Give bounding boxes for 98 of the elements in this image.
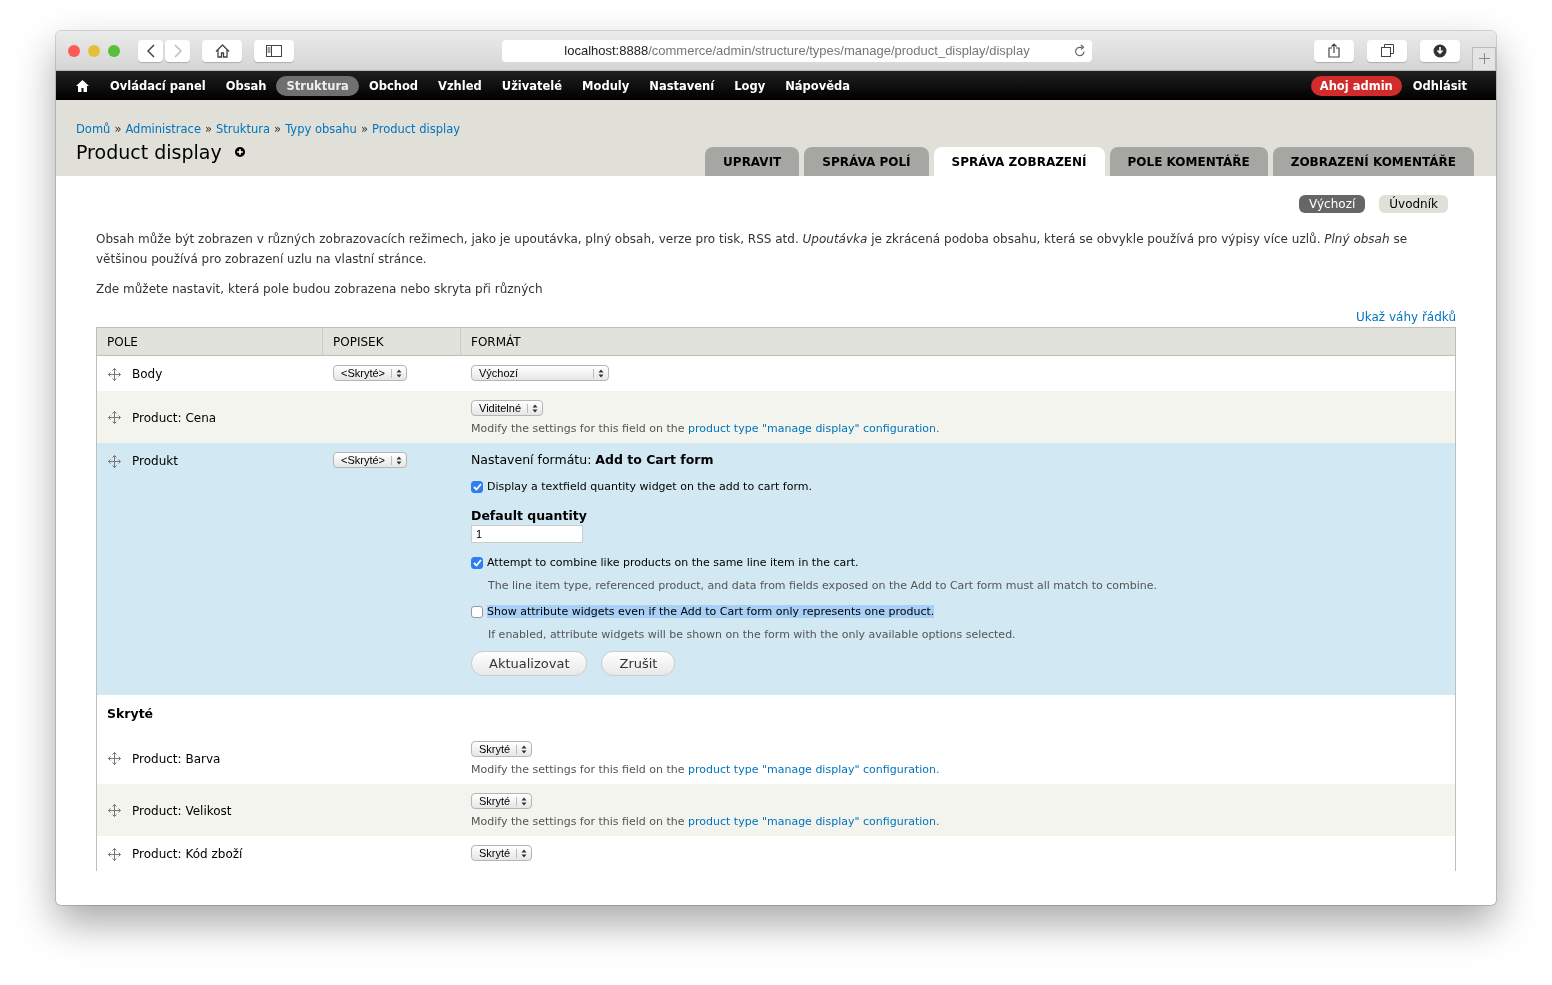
toolbar-menu-item[interactable]: Struktura bbox=[276, 75, 359, 96]
field-note: Modify the settings for this field on the product type "manage display" configuration. bbox=[471, 815, 941, 828]
quantity-input[interactable]: 1 bbox=[471, 525, 583, 543]
checkbox[interactable] bbox=[471, 605, 483, 618]
checkbox-label: Attempt to combine like products on the same line item in the cart. bbox=[487, 556, 859, 569]
breadcrumb-link[interactable]: Product display bbox=[371, 122, 461, 136]
field-name: Product: Cena bbox=[132, 410, 217, 425]
field-name: Product: Barva bbox=[132, 751, 221, 766]
toolbar-menu-item[interactable]: Vzhled bbox=[428, 75, 492, 96]
breadcrumb-link[interactable]: Domů bbox=[76, 122, 111, 136]
view-mode-tab[interactable]: Výchozí bbox=[1299, 195, 1366, 213]
region-title: Skryté bbox=[107, 706, 154, 721]
breadcrumb-separator: » bbox=[274, 122, 282, 136]
home-button[interactable] bbox=[202, 39, 242, 62]
tabs-icon bbox=[1380, 44, 1394, 57]
sidebar-button[interactable] bbox=[254, 39, 294, 62]
toolbar-menu-item[interactable]: Moduly bbox=[572, 75, 640, 96]
toolbar-menu-item[interactable]: Logy bbox=[724, 75, 776, 96]
tab[interactable]: POLE KOMENTÁŘE bbox=[1109, 147, 1268, 176]
home-icon[interactable] bbox=[76, 79, 89, 92]
format-select[interactable]: Viditelné bbox=[471, 400, 543, 416]
table-row[interactable] bbox=[97, 443, 1455, 695]
help-text: The line item type, referenced product, and data from fields exposed on the Add to Cart form must all match to combine. bbox=[488, 579, 1158, 592]
breadcrumb-separator: » bbox=[360, 122, 368, 136]
toolbar-menu-item[interactable]: Obsah bbox=[215, 75, 277, 96]
description-text: Zde můžete nastavit, která pole budou zobrazena nebo skryta při různých bbox=[96, 281, 544, 298]
field-label: Default quantity bbox=[471, 508, 588, 523]
add-shortcut-icon[interactable] bbox=[234, 147, 245, 157]
share-icon bbox=[1328, 43, 1340, 58]
tab[interactable]: SPRÁVA POLÍ bbox=[804, 147, 929, 176]
share-button[interactable] bbox=[1314, 39, 1354, 62]
field-name: Product: Velikost bbox=[132, 803, 232, 818]
reload-icon[interactable] bbox=[1074, 43, 1086, 57]
field-name: Product: Kód zboží bbox=[132, 847, 243, 861]
breadcrumb-link[interactable]: Typy obsahu bbox=[285, 122, 357, 136]
table-row[interactable]: Product: Velikost Skryté Modify the settings for this field on the product type "manage display" configuration. bbox=[97, 784, 1455, 836]
checkbox[interactable] bbox=[471, 556, 483, 569]
plus-icon bbox=[1478, 53, 1490, 64]
url-text: localhost:8888/commerce/admin/structure/types/manage/product_display/display bbox=[564, 43, 1030, 58]
checkbox-label: Show attribute widgets even if the Add to Cart form only represents one product. bbox=[487, 605, 935, 618]
logout-link[interactable]: Odhlásit bbox=[1402, 75, 1477, 96]
drag-handle-icon[interactable] bbox=[108, 454, 121, 468]
breadcrumb-separator: » bbox=[114, 122, 122, 136]
tab[interactable]: ZOBRAZENÍ KOMENTÁŘE bbox=[1272, 147, 1474, 176]
back-button[interactable] bbox=[138, 39, 163, 62]
new-tab-button[interactable] bbox=[1472, 46, 1496, 71]
field-name: Produkt bbox=[132, 454, 178, 468]
show-row-weights-link[interactable]: Ukaž váhy řádků bbox=[1355, 310, 1456, 324]
help-text: If enabled, attribute widgets will be shown on the form with the only available options selected. bbox=[488, 628, 1017, 641]
toolbar-menu-item[interactable]: Ovládací panel bbox=[100, 75, 216, 96]
label-select[interactable]: <Skryté> bbox=[333, 452, 408, 468]
drag-handle-icon[interactable] bbox=[108, 804, 121, 817]
drag-handle-icon[interactable] bbox=[108, 367, 121, 381]
downloads-button[interactable] bbox=[1420, 39, 1460, 62]
table-row[interactable]: Product: Cena Viditelné Modify the settings for this field on the product type "manage display" configuration. bbox=[97, 391, 1455, 443]
format-select[interactable]: Skryté bbox=[471, 793, 533, 809]
tab[interactable]: UPRAVIT bbox=[705, 147, 800, 176]
user-greeting-link[interactable]: Ahoj admin bbox=[1310, 75, 1402, 96]
column-header: POLE bbox=[97, 328, 323, 355]
drag-handle-icon[interactable] bbox=[108, 847, 121, 861]
breadcrumb-link[interactable]: Struktura bbox=[216, 122, 271, 136]
description-text: Obsah může být zobrazen v různých zobrazovacích režimech, jako je upoutávka, plný obsah, verze pro tisk, RSS atd. Upoutávka je zkrácená podoba obsahu, která se obvykle používá pro výpisy více uzlů. Plný obsah se většinou používá pro zobrazení uzlu na vlastní stránce. bbox=[96, 231, 1408, 268]
label-select[interactable]: <Skryté> bbox=[333, 365, 408, 381]
forward-icon bbox=[173, 43, 182, 58]
drag-handle-icon[interactable] bbox=[108, 411, 121, 424]
field-note: Modify the settings for this field on the product type "manage display" configuration. bbox=[471, 763, 941, 776]
download-icon bbox=[1433, 43, 1447, 58]
checkbox-label: Display a textfield quantity widget on the add to cart form. bbox=[487, 480, 812, 493]
column-header: POPISEK bbox=[323, 328, 461, 355]
breadcrumb-separator: » bbox=[204, 122, 212, 136]
checkbox[interactable] bbox=[471, 480, 483, 493]
view-mode-tab[interactable]: Úvodník bbox=[1379, 195, 1448, 213]
toolbar-menu-item[interactable]: Nastavení bbox=[639, 75, 725, 96]
format-select[interactable]: Skryté bbox=[471, 845, 533, 861]
home-icon bbox=[214, 43, 230, 58]
format-settings-heading: Nastavení formátu: Add to Cart form bbox=[471, 452, 715, 467]
breadcrumb-link[interactable]: Administrace bbox=[125, 122, 201, 136]
field-name: Body bbox=[132, 367, 163, 381]
field-note: Modify the settings for this field on the product type "manage display" configuration. bbox=[471, 422, 941, 435]
toolbar-menu-item[interactable]: Nápověda bbox=[775, 75, 860, 96]
tab[interactable]: SPRÁVA ZOBRAZENÍ bbox=[933, 147, 1105, 176]
close-button[interactable] bbox=[68, 44, 80, 57]
tabs-button[interactable] bbox=[1367, 39, 1407, 62]
address-field[interactable]: localhost:8888/commerce/admin/structure/types/manage/product_display/display bbox=[502, 39, 1092, 62]
format-select[interactable]: Skryté bbox=[471, 741, 533, 757]
toolbar-menu-item[interactable]: Obchod bbox=[358, 75, 429, 96]
page-title: Product display bbox=[76, 141, 222, 163]
drag-handle-icon[interactable] bbox=[108, 752, 121, 765]
sidebar-icon bbox=[266, 44, 282, 57]
configuration-link[interactable]: product type "manage display" configuration bbox=[688, 815, 936, 828]
back-icon bbox=[146, 43, 155, 58]
toolbar-menu-item[interactable]: Uživatelé bbox=[491, 75, 573, 96]
configuration-link[interactable]: product type "manage display" configuration bbox=[688, 763, 936, 776]
configuration-link[interactable]: product type "manage display" configuration bbox=[688, 422, 936, 435]
form-button[interactable]: Aktualizovat bbox=[471, 651, 588, 676]
format-select[interactable]: Výchozí bbox=[471, 365, 609, 381]
form-button[interactable]: Zrušit bbox=[601, 651, 676, 676]
column-header: FORMÁT bbox=[470, 333, 522, 351]
